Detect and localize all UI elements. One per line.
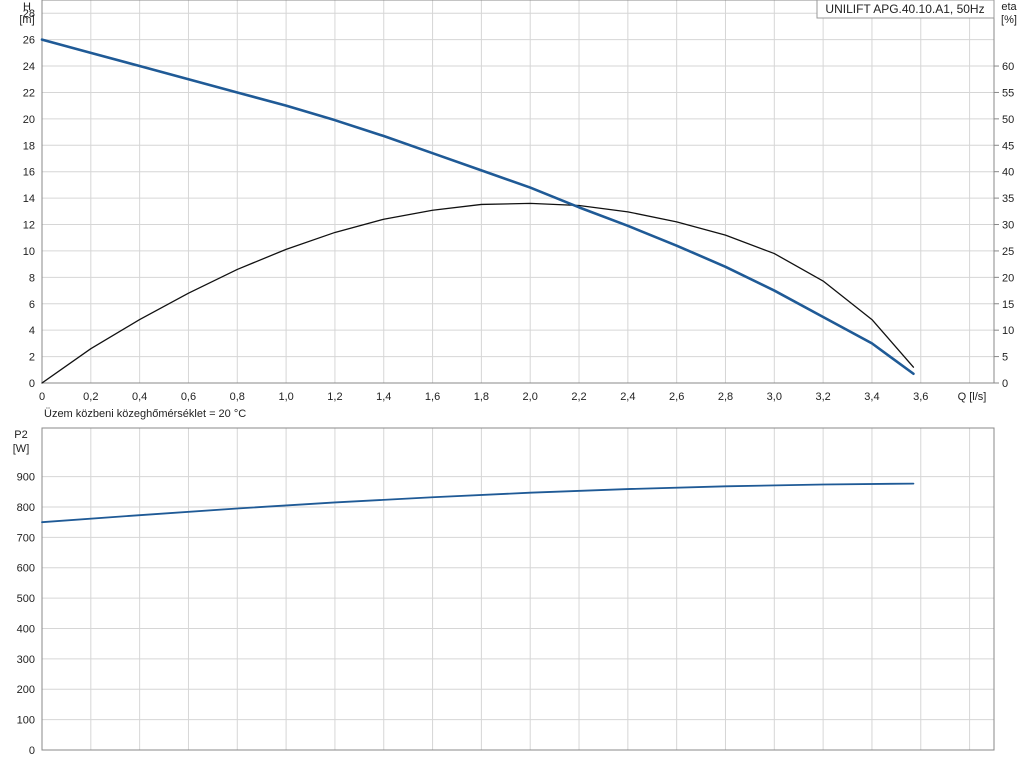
bottom-y-tick-6: 600 — [17, 563, 35, 575]
top-x-tick-8: 1,6 — [425, 391, 440, 403]
eta-axis-title: eta — [1001, 1, 1017, 13]
top-x-tick-17: 3,4 — [864, 391, 879, 403]
top-x-tick-15: 3,0 — [767, 391, 782, 403]
top-x-tick-2: 0,4 — [132, 391, 147, 403]
top-right-y-tick-1: 5 — [1002, 352, 1008, 364]
top-right-y-tick-10: 50 — [1002, 114, 1014, 126]
top-left-y-tick-11: 22 — [23, 87, 35, 99]
eta-axis-unit: [%] — [1001, 14, 1017, 26]
top-left-y-tick-0: 0 — [29, 378, 35, 390]
bottom-grid — [41, 428, 994, 751]
top-x-tick-12: 2,4 — [620, 391, 635, 403]
top-left-y-tick-10: 20 — [23, 114, 35, 126]
top-x-tick-16: 3,2 — [815, 391, 830, 403]
top-left-y-tick-2: 4 — [29, 325, 35, 337]
legend-box: UNILIFT APG.40.10.A1, 50Hz — [816, 0, 995, 19]
top-right-y-tick-11: 55 — [1002, 87, 1014, 99]
top-x-tick-13: 2,6 — [669, 391, 684, 403]
x-axis-label: Q [l/s] — [958, 391, 987, 403]
pump-curve-chart: 0 0,2 0,4 0,6 0,8 1,0 1,2 1,4 1,6 1,8 2,0 2,2 2,4 2,6… — [13, 0, 1018, 757]
top-left-y-tick-6: 12 — [23, 220, 35, 232]
top-right-y-tick-3: 15 — [1002, 299, 1014, 311]
power-panel: 0 100 200 300 400 500 600 700 800 900 P2 [W] — [13, 427, 995, 757]
top-left-y-tick-7: 14 — [23, 193, 35, 205]
top-left-y-tick-13: 26 — [23, 35, 35, 47]
top-curves — [40, 38, 915, 384]
bottom-y-tick-8: 800 — [17, 502, 35, 514]
power-axis-title: P2 — [14, 429, 27, 441]
bottom-y-tick-7: 700 — [17, 532, 35, 544]
top-right-y-tick-12: 60 — [1002, 61, 1014, 73]
top-left-y-tick-8: 16 — [23, 167, 35, 179]
top-right-y-tick-7: 35 — [1002, 193, 1014, 205]
top-right-y-tick-2: 10 — [1002, 325, 1014, 337]
top-x-tick-3: 0,6 — [181, 391, 196, 403]
top-left-y-tick-12: 24 — [23, 61, 35, 73]
bottom-y-tick-3: 300 — [17, 654, 35, 666]
top-right-y-tick-0: 0 — [1002, 378, 1008, 390]
top-right-y-tick-6: 30 — [1002, 220, 1014, 232]
top-left-y-tick-1: 2 — [29, 352, 35, 364]
bottom-y-tick-1: 100 — [17, 715, 35, 727]
top-grid — [41, 0, 994, 384]
top-left-y-tick-labels: 0246810121416182022242628 — [23, 8, 35, 390]
bottom-y-tick-labels: 0 100 200 300 400 500 600 700 800 900 — [17, 472, 35, 757]
temperature-note: Üzem közbeni közeghőmérséklet = 20 °C — [44, 408, 246, 420]
eta-curve — [41, 202, 915, 384]
head-efficiency-panel: 0 0,2 0,4 0,6 0,8 1,0 1,2 1,4 1,6 1,8 2,0 2,2 2,4 2,6… — [19, 0, 1018, 420]
top-right-y-tick-8: 40 — [1002, 167, 1014, 179]
head-axis-title: H — [23, 1, 31, 13]
top-x-tick-10: 2,0 — [523, 391, 538, 403]
top-x-tick-5: 1,0 — [278, 391, 293, 403]
top-left-y-tick-9: 18 — [23, 140, 35, 152]
top-x-tick-18: 3,6 — [913, 391, 928, 403]
top-right-y-tick-labels: 0 5 10 15 20 25 30 35 40 45 50 55 60 — [994, 61, 1014, 390]
top-left-y-tick-3: 6 — [29, 299, 35, 311]
power-curve — [41, 482, 915, 524]
bottom-y-tick-0: 0 — [29, 745, 35, 757]
top-x-tick-labels: 0 0,2 0,4 0,6 0,8 1,0 1,2 1,4 1,6 1,8 2,0 2,2 2,4 2,6… — [39, 391, 928, 403]
top-left-y-tick-5: 10 — [23, 246, 35, 258]
bottom-y-tick-9: 900 — [17, 472, 35, 484]
top-right-y-tick-5: 25 — [1002, 246, 1014, 258]
top-x-tick-14: 2,8 — [718, 391, 733, 403]
top-x-tick-0: 0 — [39, 391, 45, 403]
top-right-y-tick-4: 20 — [1002, 272, 1014, 284]
bottom-curves — [41, 482, 915, 524]
top-x-tick-4: 0,8 — [230, 391, 245, 403]
head-curve — [40, 38, 915, 376]
top-plot-frame — [41, 0, 995, 384]
legend-label: UNILIFT APG.40.10.A1, 50Hz — [825, 2, 984, 16]
bottom-y-tick-4: 400 — [17, 623, 35, 635]
top-x-tick-7: 1,4 — [376, 391, 391, 403]
power-axis-unit: [W] — [13, 443, 30, 455]
top-right-y-tick-9: 45 — [1002, 140, 1014, 152]
top-left-y-tick-4: 8 — [29, 272, 35, 284]
top-x-tick-11: 2,2 — [571, 391, 586, 403]
top-x-tick-1: 0,2 — [83, 391, 98, 403]
top-x-tick-9: 1,8 — [474, 391, 489, 403]
bottom-y-tick-2: 200 — [17, 684, 35, 696]
top-x-tick-6: 1,2 — [327, 391, 342, 403]
bottom-y-tick-5: 500 — [17, 593, 35, 605]
head-axis-unit: [m] — [19, 14, 34, 26]
